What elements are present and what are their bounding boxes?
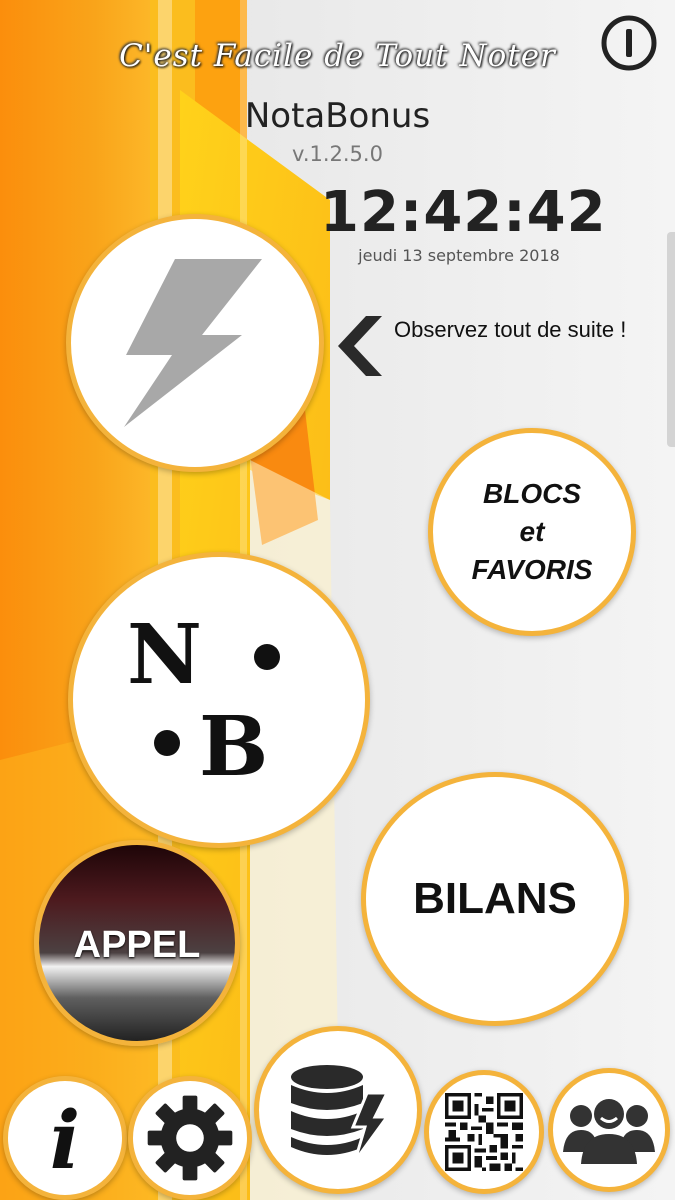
appel-button[interactable]: APPEL: [34, 840, 240, 1046]
database-button[interactable]: [254, 1026, 422, 1194]
logo-n: N: [127, 615, 202, 703]
blocs-favoris-button[interactable]: BLOCS et FAVORIS: [428, 428, 636, 636]
bilans-button[interactable]: BILANS: [361, 772, 629, 1026]
settings-button[interactable]: [128, 1076, 252, 1200]
database-flash-icon: [291, 1065, 390, 1162]
clock-date: jeudi 13 septembre 2018: [358, 246, 560, 265]
logo-b: B: [199, 699, 268, 785]
blocs-label-line1: BLOCS: [483, 478, 581, 509]
observe-hint-text: Observez tout de suite !: [394, 317, 627, 342]
app-tagline: C'est Facile de Tout Noter: [119, 38, 556, 74]
lightning-icon: [124, 259, 262, 427]
app-name: NotaBonus: [244, 96, 431, 136]
qr-code-button[interactable]: [424, 1070, 544, 1194]
scroll-indicator: [667, 232, 675, 447]
clock-time: 12:42:42: [320, 180, 607, 245]
chevron-left-icon: [338, 316, 382, 376]
quick-observe-button[interactable]: [66, 214, 324, 472]
app-version: v.1.2.5.0: [292, 142, 383, 166]
info-icon: i: [49, 1093, 81, 1187]
info-button[interactable]: i: [3, 1076, 127, 1200]
gear-icon: [147, 1095, 233, 1181]
qr-code-icon: [445, 1093, 523, 1171]
bilans-label: BILANS: [413, 874, 577, 923]
users-icon: [563, 1099, 655, 1164]
blocs-label-line2: et: [519, 516, 545, 547]
power-icon: [601, 15, 657, 71]
observe-hint: Observez tout de suite !: [336, 312, 656, 382]
power-button[interactable]: [600, 14, 658, 72]
notabonus-logo-button[interactable]: N B: [68, 552, 370, 848]
appel-label: APPEL: [73, 923, 201, 966]
users-button[interactable]: [548, 1068, 670, 1192]
nb-logo: N B: [127, 615, 280, 785]
blocs-label-line3: FAVORIS: [471, 554, 593, 585]
